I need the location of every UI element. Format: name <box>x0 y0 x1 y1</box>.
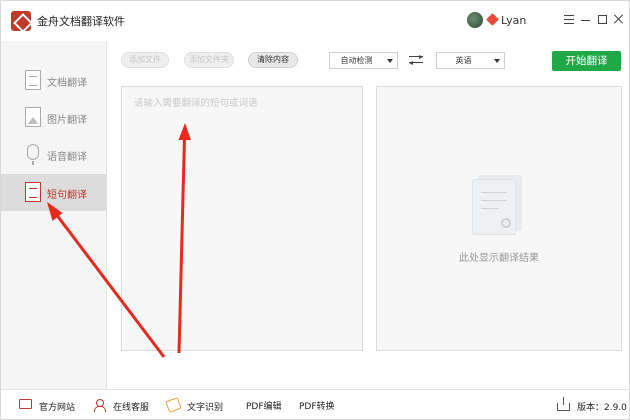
download-icon <box>557 397 570 411</box>
vip-diamond-icon <box>486 13 499 26</box>
start-translate-button[interactable]: 开始翻译 <box>552 51 621 71</box>
sidebar-item-sentence-translate[interactable]: 短句翻译 <box>1 174 106 211</box>
online-service-label: 在线客服 <box>113 403 150 413</box>
source-text-input[interactable]: 请输入需要翻译的短句或词语 <box>121 86 363 351</box>
app-logo-icon <box>11 11 31 31</box>
chevron-down-icon <box>494 59 500 63</box>
empty-document-icon <box>472 175 524 235</box>
image-icon <box>25 107 41 127</box>
menu-icon[interactable] <box>564 15 574 24</box>
official-website-label: 官方网站 <box>39 403 76 413</box>
minimize-icon[interactable] <box>581 20 590 21</box>
ocr-icon <box>165 397 182 413</box>
target-language-value: 英语 <box>455 56 472 65</box>
sidebar-item-image-translate[interactable]: 图片翻译 <box>1 99 106 136</box>
sidebar-item-voice-translate[interactable]: 语音翻译 <box>1 136 106 173</box>
customer-service-icon <box>93 399 106 412</box>
sidebar: 文档翻译 图片翻译 语音翻译 短句翻译 <box>1 41 107 389</box>
pdf-edit-link[interactable]: PDF编辑 <box>246 399 282 413</box>
pdf-convert-link[interactable]: PDF转换 <box>299 399 335 413</box>
source-language-value: 自动检测 <box>340 56 373 65</box>
document-icon <box>25 70 41 90</box>
target-language-select[interactable]: 英语 <box>436 52 505 69</box>
sidebar-item-label: 图片翻译 <box>47 115 87 126</box>
source-language-select[interactable]: 自动检测 <box>329 52 398 69</box>
monitor-icon <box>19 399 32 409</box>
close-icon[interactable] <box>613 13 625 25</box>
chevron-down-icon <box>387 59 393 63</box>
clear-content-button[interactable]: 清除内容 <box>248 52 298 68</box>
add-folder-button[interactable]: 添加文件夹 <box>184 52 234 68</box>
pdf-convert-label: PDF转换 <box>299 402 335 412</box>
app-title: 金舟文档翻译软件 <box>37 15 125 28</box>
status-bar: 官方网站 在线客服 文字识别 PDF编辑 PDF转换 版本：2.9.0 <box>1 389 629 419</box>
add-file-button[interactable]: 添加文件 <box>121 52 169 68</box>
maximize-icon[interactable] <box>598 15 607 24</box>
result-panel: 此处显示翻译结果 <box>376 86 622 351</box>
app-window: 金舟文档翻译软件 Lyan 文档翻译 图片翻译 语音翻译 短句翻译 添加文件 添… <box>0 0 630 420</box>
swap-languages-icon[interactable] <box>409 54 423 65</box>
user-avatar[interactable] <box>467 12 483 28</box>
text-icon <box>25 182 41 202</box>
result-empty-text: 此处显示翻译结果 <box>459 253 539 264</box>
microphone-icon <box>27 144 39 165</box>
username[interactable]: Lyan <box>501 14 526 27</box>
sidebar-item-label: 语音翻译 <box>47 152 87 163</box>
ocr-label: 文字识别 <box>187 403 224 413</box>
title-bar: 金舟文档翻译软件 Lyan <box>1 1 629 41</box>
pdf-edit-label: PDF编辑 <box>246 402 282 412</box>
sidebar-item-document-translate[interactable]: 文档翻译 <box>1 62 106 99</box>
source-placeholder: 请输入需要翻译的短句或词语 <box>134 98 258 109</box>
version-label: 版本：2.9.0 <box>577 403 627 413</box>
sidebar-item-label: 文档翻译 <box>47 78 87 89</box>
sidebar-item-label: 短句翻译 <box>47 190 87 201</box>
